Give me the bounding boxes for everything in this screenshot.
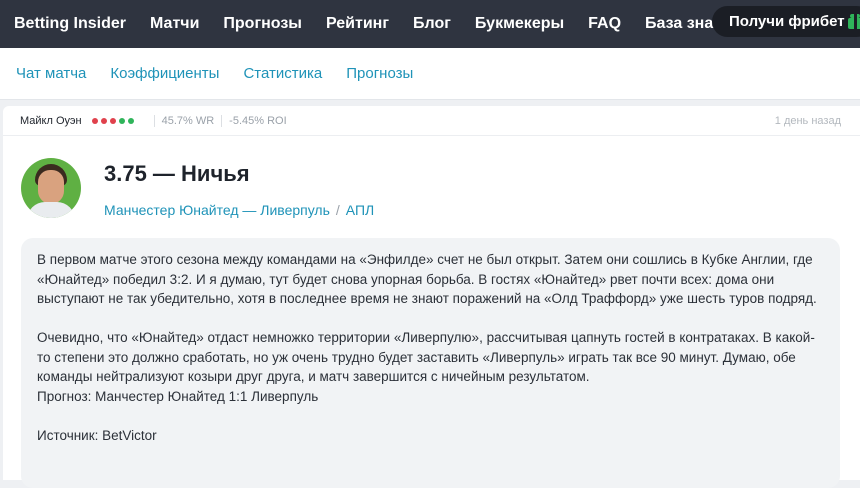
tab-odds[interactable]: Коэффициенты xyxy=(110,65,219,82)
breadcrumb: Манчестер Юнайтед — Ливерпуль / АПЛ xyxy=(104,202,374,218)
win-rate: 45.7% WR xyxy=(161,114,215,127)
author-meta-row: Майкл Оуэн 45.7% WR -5.45% ROI 1 день на… xyxy=(3,106,860,136)
nav-item-bookmakers[interactable]: Букмекеры xyxy=(475,15,564,33)
tab-predictions[interactable]: Прогнозы xyxy=(346,65,413,82)
breadcrumb-separator: / xyxy=(335,202,340,218)
roi: -5.45% ROI xyxy=(229,114,287,127)
form-dot xyxy=(109,117,116,124)
prediction-title: 3.75 — Ничья xyxy=(104,161,250,186)
match-subnav: Чат матча Коэффициенты Статистика Прогно… xyxy=(0,48,860,100)
post-time: 1 день назад xyxy=(774,115,841,127)
nav-item-rating[interactable]: Рейтинг xyxy=(326,15,389,33)
nav-item-faq[interactable]: FAQ xyxy=(588,15,621,33)
author-name[interactable]: Майкл Оуэн xyxy=(20,115,82,127)
divider xyxy=(153,114,155,127)
main-nav: Матчи Прогнозы Рейтинг Блог Букмекеры FA… xyxy=(150,15,767,33)
paragraph: В первом матче этого сезона между команд… xyxy=(37,252,817,306)
nav-item-predictions[interactable]: Прогнозы xyxy=(223,15,302,33)
league-link[interactable]: АПЛ xyxy=(346,202,374,218)
match-link[interactable]: Манчестер Юнайтед — Ливерпуль xyxy=(104,202,330,218)
form-dots xyxy=(91,117,137,124)
divider xyxy=(221,114,223,127)
user-avatar[interactable] xyxy=(21,158,81,218)
paragraph-text: Очевидно, что «Юнайтед» отдаст немножко … xyxy=(37,330,815,384)
prediction-text: В первом матче этого сезона между команд… xyxy=(21,238,840,488)
tab-match-chat[interactable]: Чат матча xyxy=(16,65,86,82)
paragraph: Очевидно, что «Юнайтед» отдаст немножко … xyxy=(37,328,824,406)
freebet-button[interactable]: Получи фрибет xyxy=(712,6,860,37)
nav-item-matches[interactable]: Матчи xyxy=(150,15,199,33)
prediction-card: Майкл Оуэн 45.7% WR -5.45% ROI 1 день на… xyxy=(3,106,860,488)
form-dot xyxy=(91,117,98,124)
forecast-line: Прогноз: Манчестер Юнайтед 1:1 Ливерпуль xyxy=(37,388,319,404)
site-logo[interactable]: Betting Insider xyxy=(14,15,126,33)
top-navbar: Betting Insider Матчи Прогнозы Рейтинг Б… xyxy=(0,0,860,48)
gift-icon xyxy=(848,13,860,29)
nav-item-blog[interactable]: Блог xyxy=(413,15,451,33)
freebet-label: Получи фрибет xyxy=(729,13,845,30)
form-dot xyxy=(118,117,125,124)
form-dot xyxy=(100,117,107,124)
source-line: Источник: BetVictor xyxy=(37,427,157,443)
tab-statistics[interactable]: Статистика xyxy=(243,65,322,82)
form-dot xyxy=(127,117,134,124)
